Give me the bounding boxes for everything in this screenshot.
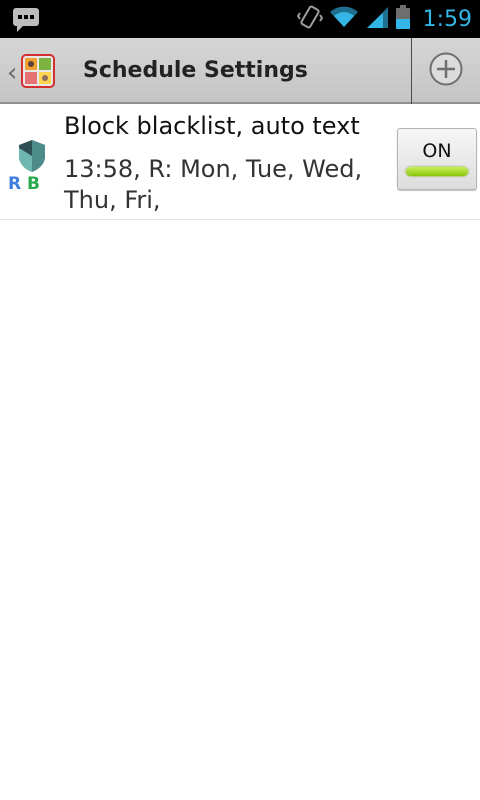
action-bar: ‹ Schedule Settings <box>0 38 480 104</box>
icon-letter-r: R <box>8 174 21 192</box>
chevron-left-icon: ‹ <box>7 58 18 88</box>
schedule-title: Block blacklist, auto text <box>64 112 360 140</box>
status-bar: 1:59 <box>0 0 480 38</box>
battery-icon <box>395 4 411 34</box>
add-schedule-button[interactable] <box>412 38 480 104</box>
schedule-subtitle: 13:58, R: Mon, Tue, Wed, Thu, Fri, <box>64 155 363 214</box>
schedule-list-item[interactable]: R B Block blacklist, auto text 13:58, R:… <box>0 104 480 220</box>
bbm-chat-icon <box>12 7 40 33</box>
shield-rb-icon: R B <box>6 138 54 194</box>
toggle-label: ON <box>422 140 452 162</box>
vibrate-icon <box>296 4 323 34</box>
up-navigation-button[interactable]: ‹ <box>0 38 66 104</box>
add-circle-icon <box>428 51 464 91</box>
wifi-icon <box>329 5 359 33</box>
status-time: 1:59 <box>422 6 472 32</box>
signal-icon <box>365 5 389 33</box>
page-title: Schedule Settings <box>83 58 308 83</box>
schedule-toggle-button[interactable]: ON <box>397 128 477 190</box>
icon-letter-b: B <box>27 174 40 192</box>
app-logo-icon <box>21 54 55 88</box>
toggle-indicator <box>406 167 468 176</box>
status-icons: 1:59 <box>296 0 472 38</box>
